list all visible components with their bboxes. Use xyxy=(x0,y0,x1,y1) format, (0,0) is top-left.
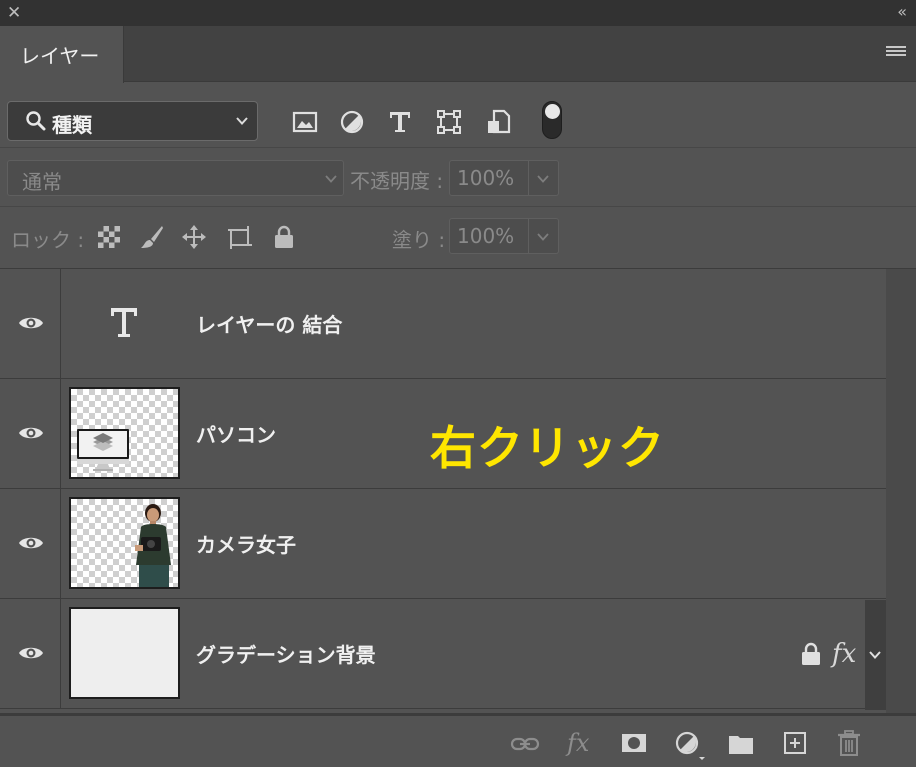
fill-label: 塗り : xyxy=(392,228,446,252)
visibility-column xyxy=(0,599,61,709)
layer-fx-badge[interactable]: fx xyxy=(832,639,856,669)
new-layer-icon[interactable] xyxy=(783,731,807,755)
layer-thumbnail[interactable] xyxy=(69,387,180,479)
panel-menu-icon[interactable] xyxy=(886,46,906,60)
chevron-down-icon[interactable] xyxy=(868,649,882,661)
adjustment-layer-icon[interactable] xyxy=(675,731,707,761)
filter-kind-label: 種類 xyxy=(52,113,92,137)
lock-icon[interactable] xyxy=(800,642,822,666)
fill-dropdown[interactable] xyxy=(529,218,559,254)
scrollbar-track[interactable] xyxy=(886,269,916,713)
layer-row-merged[interactable]: レイヤーの 結合 xyxy=(0,269,886,379)
chevron-down-icon xyxy=(236,117,248,125)
layer-thumbnail[interactable] xyxy=(69,497,180,589)
panel-tabbar: レイヤー xyxy=(0,26,916,83)
type-filter-icon[interactable] xyxy=(387,109,413,135)
chevron-down-icon xyxy=(537,233,549,241)
layers-list: レイヤーの 結合 パソコン カメラ女子 グラデーション背景 xyxy=(0,269,886,713)
opacity-value: 100% xyxy=(457,166,515,190)
lock-position-icon[interactable] xyxy=(181,224,207,250)
chevron-down-icon xyxy=(537,175,549,183)
text-layer-icon xyxy=(111,308,137,337)
right-click-annotation: 右クリック xyxy=(430,421,665,475)
layer-thumbnail[interactable] xyxy=(69,607,180,699)
shape-filter-icon[interactable] xyxy=(436,109,462,135)
computer-icon xyxy=(77,429,129,471)
fill-value: 100% xyxy=(457,224,515,248)
delete-layer-icon[interactable] xyxy=(837,730,861,756)
adjustment-filter-icon[interactable] xyxy=(339,109,365,135)
chevron-down-icon xyxy=(325,175,337,183)
opacity-dropdown[interactable] xyxy=(529,160,559,196)
lock-artboard-icon[interactable] xyxy=(227,224,253,250)
lock-label: ロック : xyxy=(11,228,85,252)
tab-layers[interactable]: レイヤー xyxy=(0,26,124,83)
visibility-column xyxy=(0,269,61,379)
fx-icon[interactable]: fx xyxy=(567,729,589,757)
layer-row-camera-girl[interactable]: カメラ女子 xyxy=(0,489,886,599)
add-mask-icon[interactable] xyxy=(621,733,647,753)
collapse-panel-icon[interactable]: ‹‹ xyxy=(897,2,907,22)
lock-transparent-icon[interactable] xyxy=(96,224,122,250)
bottom-toolbar xyxy=(0,713,916,767)
layer-row-gradient-bg[interactable]: グラデーション背景 xyxy=(0,599,886,709)
image-filter-icon[interactable] xyxy=(292,109,318,135)
lock-all-icon[interactable] xyxy=(271,224,297,250)
filter-toggle[interactable] xyxy=(542,101,562,139)
layer-name[interactable]: レイヤーの 結合 xyxy=(196,309,342,338)
filter-toggle-knob xyxy=(545,104,560,119)
filter-kind-select[interactable]: 種類 xyxy=(7,101,258,141)
close-icon[interactable]: ✕ xyxy=(7,3,21,23)
visibility-column xyxy=(0,489,61,599)
eye-icon[interactable] xyxy=(18,644,44,662)
layer-name[interactable]: グラデーション背景 xyxy=(196,639,376,668)
layer-name[interactable]: パソコン xyxy=(196,419,276,448)
layer-name[interactable]: カメラ女子 xyxy=(196,529,296,558)
search-icon xyxy=(26,111,46,131)
person-photo-icon xyxy=(135,504,171,587)
visibility-column xyxy=(0,379,61,489)
fill-input[interactable]: 100% xyxy=(449,218,529,254)
smart-object-filter-icon[interactable] xyxy=(486,109,512,135)
opacity-input[interactable]: 100% xyxy=(449,160,529,196)
opacity-label: 不透明度 : xyxy=(350,169,444,193)
eye-icon[interactable] xyxy=(18,534,44,552)
tab-layers-label: レイヤー xyxy=(20,44,100,68)
blend-mode-value: 通常 xyxy=(22,170,62,194)
blend-mode-select[interactable]: 通常 xyxy=(7,160,344,196)
eye-icon[interactable] xyxy=(18,424,44,442)
new-group-icon[interactable] xyxy=(728,733,754,755)
link-layers-icon[interactable] xyxy=(510,736,540,752)
eye-icon[interactable] xyxy=(18,314,44,332)
lock-image-icon[interactable] xyxy=(139,224,165,250)
panel-titlebar: ✕ ‹‹ xyxy=(0,0,916,26)
